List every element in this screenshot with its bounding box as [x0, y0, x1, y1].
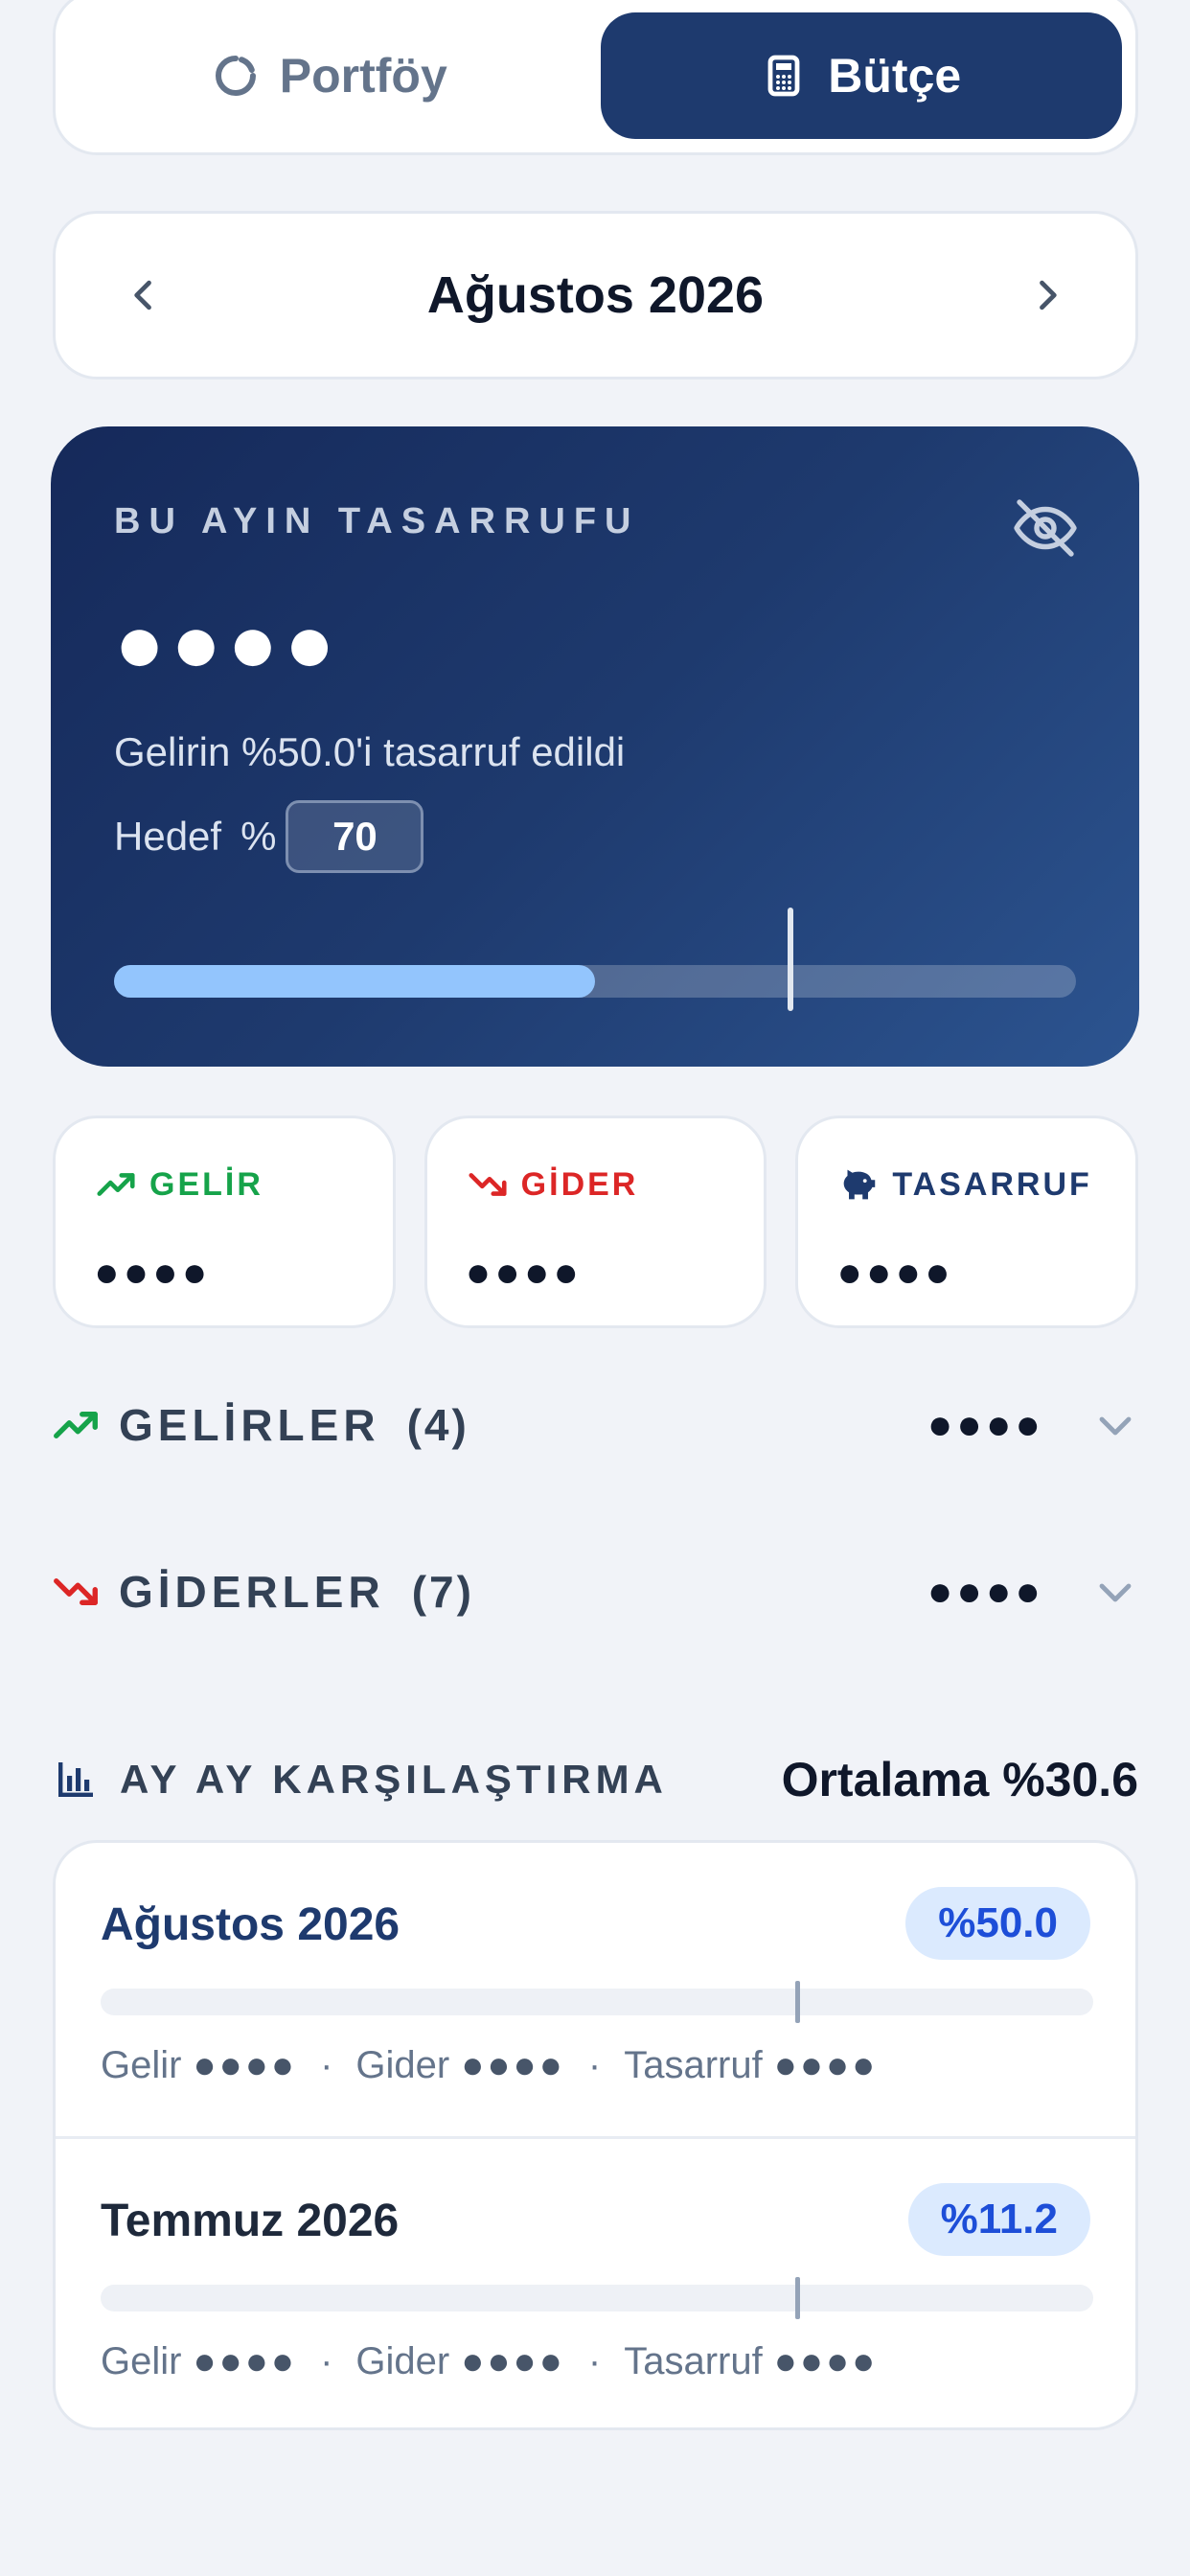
expense-section-header[interactable]: GİDERLER (7) ●●●●: [50, 1549, 1138, 1635]
chevron-left-icon: [134, 280, 151, 310]
monthly-comparison-list: Ağustos 2026 %50.0 Gelir ●●●● · Gider ●●…: [53, 1840, 1138, 2430]
savings-target-marker: [787, 908, 793, 1011]
previous-month-button[interactable]: [113, 264, 174, 326]
savings-rate-text: Gelirin %50.0'i tasarruf edildi: [114, 729, 626, 774]
income-section-amount: ●●●●: [927, 1401, 1044, 1448]
separator: ·: [587, 2340, 602, 2382]
monthly-comparison-title: AY AY KARŞILAŞTIRMA: [120, 1757, 668, 1802]
comparison-progress-bar: [101, 2277, 1093, 2319]
separator: ·: [320, 2340, 333, 2382]
comparison-month: Ağustos 2026: [101, 1899, 400, 1950]
expense-stat-value: ●●●●: [465, 1249, 583, 1296]
comparison-target-marker: [795, 1981, 801, 2023]
trend-down-icon: [54, 1578, 98, 1605]
view-toggle: Portföy Bütçe: [53, 0, 1138, 155]
target-percent-sign: %: [240, 814, 277, 859]
income-section-title: GELİRLER: [119, 1400, 380, 1450]
income-stat-value: ●●●●: [94, 1249, 212, 1296]
list-item[interactable]: Ağustos 2026 %50.0 Gelir ●●●● · Gider ●●…: [56, 1843, 1135, 2136]
trend-up-icon: [54, 1412, 98, 1438]
expense-section-title: GİDERLER: [119, 1567, 385, 1617]
month-navigator: Ağustos 2026: [53, 211, 1138, 380]
piggy-bank-icon: [844, 1169, 876, 1200]
pie-chart-icon: [215, 56, 256, 96]
separator: ·: [320, 2044, 333, 2086]
comparison-progress-bar: [101, 1981, 1093, 2023]
tab-budget[interactable]: Bütçe: [600, 12, 1122, 139]
savings-card-label: BU AYIN TASARRUFU: [114, 501, 640, 541]
income-section-header[interactable]: GELİRLER (4) ●●●●: [50, 1382, 1138, 1468]
savings-target: Hedef % 70: [114, 800, 424, 873]
expense-stat-card: GİDER ●●●●: [423, 1116, 767, 1328]
income-value: ●●●●: [193, 2340, 298, 2382]
monthly-savings-card: BU AYIN TASARRUFU ●●●● Gelirin %50.0'i t…: [51, 426, 1139, 1067]
summary-stats: GELİR ●●●● GİDER ●●●● TASARRUF ●●●●: [53, 1116, 1139, 1328]
savings-progress-bar: [114, 908, 1076, 1011]
calculator-icon: [767, 55, 800, 97]
expense-stat-label: GİDER: [520, 1165, 639, 1203]
income-label: Gelir: [101, 2044, 182, 2086]
expense-label: Gider: [355, 2044, 450, 2086]
income-label: Gelir: [101, 2340, 182, 2382]
savings-amount: ●●●●: [114, 595, 341, 690]
saving-value: ●●●●: [773, 2340, 879, 2382]
chevron-down-icon: [1099, 1583, 1132, 1602]
saving-stat-value: ●●●●: [836, 1249, 954, 1296]
average-savings-rate: Ortalama %30.6: [781, 1753, 1138, 1806]
expense-value: ●●●●: [461, 2340, 565, 2382]
saving-label: Tasarruf: [624, 2044, 763, 2086]
hide-amounts-toggle[interactable]: [1011, 494, 1080, 563]
expense-section-amount: ●●●●: [927, 1568, 1044, 1615]
saving-stat-card: TASARRUF ●●●●: [795, 1116, 1139, 1328]
month-title: Ağustos 2026: [426, 266, 765, 324]
trend-up-icon: [97, 1173, 135, 1196]
tab-budget-label: Bütçe: [828, 49, 962, 103]
trend-down-icon: [469, 1173, 507, 1196]
expense-value: ●●●●: [461, 2044, 565, 2086]
savings-progress-fill: [114, 965, 595, 998]
comparison-month: Temmuz 2026: [101, 2196, 400, 2246]
target-label: Hedef: [114, 814, 222, 859]
saving-value: ●●●●: [773, 2044, 879, 2086]
comparison-details: Gelir ●●●● · Gider ●●●● · Tasarruf ●●●●: [101, 2340, 878, 2383]
saving-label: Tasarruf: [624, 2340, 763, 2382]
target-input[interactable]: 70: [286, 800, 424, 873]
expense-section-count: (7): [411, 1567, 474, 1617]
comparison-target-marker: [795, 2277, 801, 2319]
expense-label: Gider: [355, 2340, 450, 2382]
income-section-count: (4): [406, 1400, 469, 1450]
list-item[interactable]: Temmuz 2026 %11.2 Gelir ●●●● · Gider ●●●…: [56, 2136, 1135, 2427]
saving-stat-label: TASARRUF: [892, 1165, 1092, 1203]
bar-chart-icon: [58, 1762, 93, 1797]
income-stat-card: GELİR ●●●●: [53, 1116, 396, 1328]
savings-rate-badge: %11.2: [907, 2183, 1090, 2256]
next-month-button[interactable]: [1017, 264, 1078, 326]
income-stat-label: GELİR: [149, 1165, 263, 1203]
separator: ·: [587, 2044, 602, 2086]
tab-portfolio[interactable]: Portföy: [69, 12, 591, 139]
chevron-down-icon: [1099, 1416, 1132, 1436]
comparison-details: Gelir ●●●● · Gider ●●●● · Tasarruf ●●●●: [101, 2044, 878, 2087]
tab-portfolio-label: Portföy: [279, 49, 447, 103]
income-value: ●●●●: [193, 2044, 298, 2086]
eye-off-icon: [1014, 499, 1077, 557]
savings-rate-badge: %50.0: [905, 1887, 1090, 1960]
monthly-comparison-header: AY AY KARŞILAŞTIRMA Ortalama %30.6: [53, 1736, 1138, 1823]
chevron-right-icon: [1040, 280, 1057, 310]
